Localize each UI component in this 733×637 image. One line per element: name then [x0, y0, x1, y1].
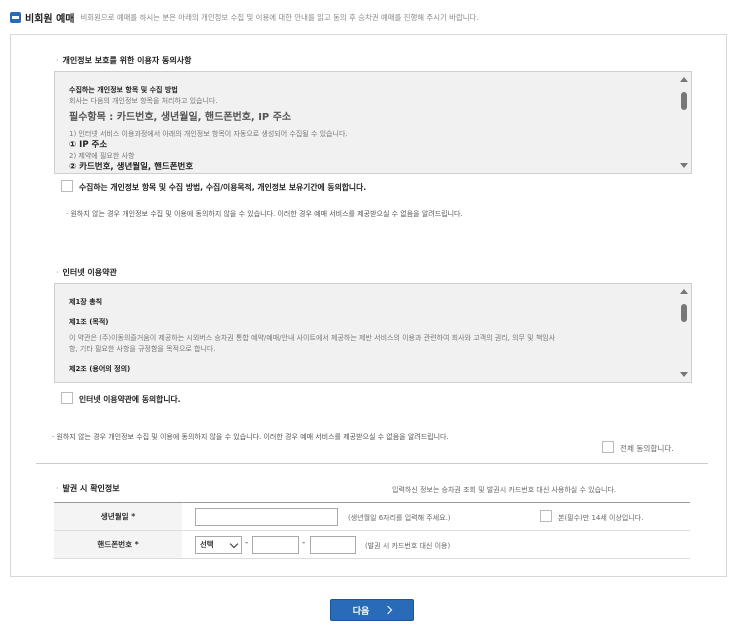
privacy-line: 회사는 다음의 개인정보 항목을 처리하고 있습니다. — [69, 97, 218, 105]
terms-text-box[interactable]: 제1장 총칙 제1조 (목적) 이 약관은 (주)이동의즐거움이 제공하는 시외… — [54, 283, 692, 383]
scroll-thumb[interactable] — [681, 304, 687, 322]
section-divider — [36, 463, 708, 464]
privacy-line: 1) 인터넷 서비스 이용과정에서 아래의 개인정보 항목이 자동으로 생성되어… — [69, 130, 348, 138]
birth-label: 생년월일 * — [54, 503, 182, 530]
bullet-icon: · — [56, 484, 59, 493]
page-description: 비회원으로 예매를 하시는 분은 아래의 개인정보 수집 및 이용에 대한 안내… — [80, 12, 479, 22]
agree-all-label: 전체 동의합니다. — [620, 444, 674, 453]
privacy-text-box[interactable]: 수집하는 개인정보 항목 및 수집 방법 회사는 다음의 개인정보 항목을 처리… — [54, 71, 692, 174]
bullet-icon: · — [56, 268, 59, 277]
terms-scrollbar[interactable] — [679, 286, 689, 380]
privacy-agree-label: 수집하는 개인정보 항목 및 수집 방법, 수집/이용목적, 개인정보 보유기간… — [79, 183, 367, 192]
phone-last-input[interactable] — [310, 536, 356, 554]
phone-prefix-select[interactable]: 선택 — [195, 536, 242, 554]
privacy-agree-checkbox[interactable] — [61, 180, 73, 192]
scroll-up-icon[interactable] — [680, 77, 688, 82]
scroll-down-icon[interactable] — [680, 372, 688, 377]
terms-section-title: · 인터넷 이용약관 — [56, 268, 117, 277]
age-check-label: 본(필수)만 14세 이상입니다. — [558, 514, 644, 522]
verification-form: 생년월일 * (생년월일 6자리를 입력해 주세요.) 본(필수)만 14세 이… — [54, 502, 690, 559]
ticket-icon — [10, 11, 21, 23]
phone-label: 핸드폰번호 * — [54, 531, 182, 558]
dash: - — [245, 538, 249, 548]
privacy-section-title: · 개인정보 보호를 위한 이용자 동의사항 — [56, 56, 192, 65]
terms-line: 제1조 (목적) — [69, 318, 109, 326]
chevron-right-icon — [384, 605, 393, 615]
phone-row: 핸드폰번호 * 선택 - - (발권 시 카드번호 대신 이용) — [54, 531, 690, 559]
birth-row: 생년월일 * (생년월일 6자리를 입력해 주세요.) 본(필수)만 14세 이… — [54, 503, 690, 531]
terms-agree-checkbox[interactable] — [61, 392, 73, 404]
terms-line: 제1장 총칙 — [69, 298, 103, 306]
next-button-label: 다음 — [352, 606, 370, 617]
terms-agree-label: 인터넷 이용약관에 동의합니다. — [79, 395, 181, 404]
age-check-checkbox[interactable] — [540, 510, 552, 522]
birth-hint: (생년월일 6자리를 입력해 주세요.) — [348, 514, 451, 522]
terms-line: 제2조 (용어의 정의) — [69, 365, 131, 373]
phone-mid-input[interactable] — [252, 536, 299, 554]
terms-line: 이 약관은 (주)이동의즐거움이 제공하는 시외버스 승차권 통합 예약/예매/… — [69, 334, 556, 342]
terms-line: 항, 기타 필요한 사항을 규정함을 목적으로 합니다. — [69, 345, 216, 353]
privacy-line: 2) 제약에 필요한 사항 — [69, 152, 135, 160]
next-button[interactable]: 다음 — [330, 599, 414, 621]
scroll-up-icon[interactable] — [680, 289, 688, 294]
dash: - — [302, 538, 306, 548]
verification-notice: 입력하신 정보는 승차권 조회 및 발권시 카드번호 대신 사용하실 수 있습니… — [392, 486, 617, 494]
scroll-down-icon[interactable] — [680, 163, 688, 168]
bullet-icon: · — [56, 56, 59, 65]
terms-refusal-note: · 원하지 않는 경우 개인정보 수집 및 이용에 동의하지 않을 수 있습니다… — [52, 433, 449, 441]
scroll-thumb[interactable] — [681, 92, 687, 110]
page-header: 비회원 예매 비회원으로 예매를 하시는 분은 아래의 개인정보 수집 및 이용… — [10, 10, 479, 25]
privacy-refusal-note: · 원하지 않는 경우 개인정보 수집 및 이용에 동의하지 않을 수 있습니다… — [66, 210, 463, 218]
privacy-line: 수집하는 개인정보 항목 및 수집 방법 — [69, 86, 178, 94]
verification-section-title: · 발권 시 확인정보 — [56, 484, 120, 493]
page-title: 비회원 예매 — [25, 13, 75, 25]
chevron-down-icon — [229, 539, 239, 549]
privacy-line: ① IP 주소 — [69, 140, 108, 150]
birth-input[interactable] — [195, 508, 338, 526]
agree-all-checkbox[interactable] — [602, 441, 614, 453]
privacy-scrollbar[interactable] — [679, 74, 689, 171]
phone-hint: (발권 시 카드번호 대신 이용) — [365, 542, 451, 550]
privacy-line: ② 카드번호, 생년월일, 핸드폰번호 — [69, 162, 194, 172]
privacy-line: 필수항목 : 카드번호, 생년월일, 핸드폰번호, IP 주소 — [69, 112, 292, 123]
phone-prefix-value: 선택 — [200, 540, 214, 549]
